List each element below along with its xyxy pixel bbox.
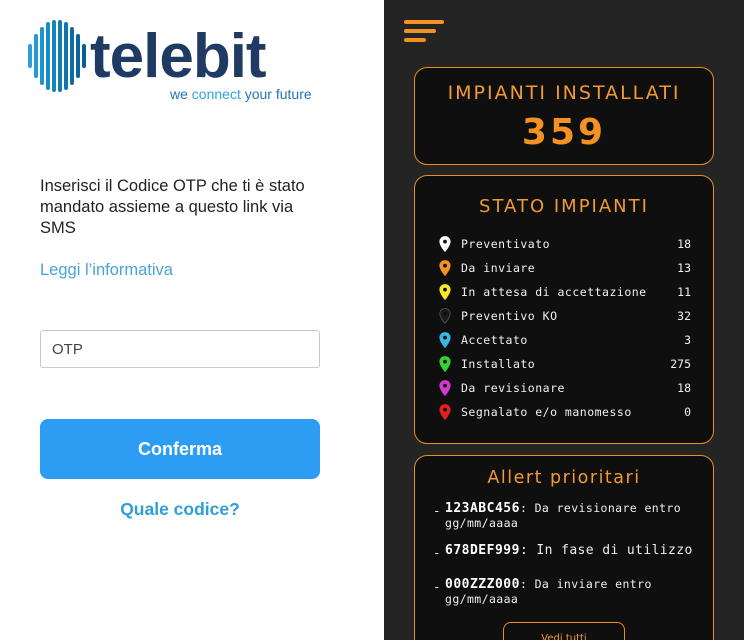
logo-stripes-icon xyxy=(28,20,86,92)
alert-code: 000ZZZ000 xyxy=(445,577,520,592)
dashboard-panel: IMPIANTI INSTALLATI 359 STATO IMPIANTI P… xyxy=(384,0,744,640)
status-count: 3 xyxy=(684,333,691,347)
status-list: Preventivato 18 Da inviare 13 In attesa di a… xyxy=(439,234,691,426)
systems-status-card: STATO IMPIANTI Preventivato 18 Da inviare 1… xyxy=(414,175,714,444)
map-pin-icon xyxy=(439,332,451,348)
priority-alerts-card: Allert prioritari - 123ABC456: Da revisi… xyxy=(414,455,714,640)
map-pin-icon xyxy=(439,380,451,396)
map-pin-icon xyxy=(439,356,451,372)
alert-body: 678DEF999: In fase di utilizzo xyxy=(445,543,703,558)
status-row[interactable]: Da inviare 13 xyxy=(439,258,691,282)
systems-status-title: STATO IMPIANTI xyxy=(479,196,649,217)
alert-code: 123ABC456 xyxy=(445,501,520,516)
alert-text: : In fase di utilizzo xyxy=(519,543,693,558)
priority-alerts-title: Allert prioritari xyxy=(487,468,641,488)
which-code-link[interactable]: Quale codice? xyxy=(40,499,320,520)
map-pin-icon xyxy=(439,308,451,324)
status-label: Segnalato e/o manomesso xyxy=(461,405,632,419)
menu-icon[interactable] xyxy=(404,20,444,46)
status-row[interactable]: Accettato 3 xyxy=(439,330,691,354)
logo-wordmark: telebit xyxy=(90,22,267,91)
status-count: 32 xyxy=(677,309,691,323)
status-count: 13 xyxy=(677,261,691,275)
map-pin-icon xyxy=(439,284,451,300)
status-label: Preventivo KO xyxy=(461,309,558,323)
tagline-part: your future xyxy=(240,86,312,102)
installed-systems-title: IMPIANTI INSTALLATI xyxy=(447,82,681,104)
otp-login-panel: telebit we connect your future Inserisci… xyxy=(0,0,384,640)
map-pin-icon xyxy=(439,404,451,420)
alert-item[interactable]: - 678DEF999: In fase di utilizzo xyxy=(433,543,703,560)
status-row[interactable]: Da revisionare 18 xyxy=(439,378,691,402)
status-row[interactable]: Preventivo KO 32 xyxy=(439,306,691,330)
see-all-button[interactable]: Vedi tutti xyxy=(503,622,625,640)
status-label: Da revisionare xyxy=(461,381,565,395)
alert-body: 123ABC456: Da revisionare entro gg/mm/aa… xyxy=(445,501,703,531)
confirm-button[interactable]: Conferma xyxy=(40,419,320,479)
alert-body: 000ZZZ000: Da inviare entro gg/mm/aaaa xyxy=(445,577,703,607)
status-count: 275 xyxy=(670,357,691,371)
status-row[interactable]: In attesa di accettazione 11 xyxy=(439,282,691,306)
otp-input[interactable] xyxy=(40,330,320,368)
menu-bar xyxy=(404,38,426,42)
status-label: Installato xyxy=(461,357,536,371)
tagline-part: we xyxy=(170,86,192,102)
status-count: 0 xyxy=(684,405,691,419)
menu-bar xyxy=(404,29,436,33)
logo-tagline: we connect your future xyxy=(170,86,312,102)
alert-bullet: - xyxy=(433,545,441,560)
status-row[interactable]: Preventivato 18 xyxy=(439,234,691,258)
status-row[interactable]: Installato 275 xyxy=(439,354,691,378)
map-pin-icon xyxy=(439,236,451,252)
otp-instructions: Inserisci il Codice OTP che ti è stato m… xyxy=(40,177,305,237)
alert-bullet: - xyxy=(433,579,441,594)
status-count: 11 xyxy=(677,285,691,299)
status-label: Da inviare xyxy=(461,261,536,275)
alert-item[interactable]: - 123ABC456: Da revisionare entro gg/mm/… xyxy=(433,501,703,531)
privacy-policy-link[interactable]: Leggi l’informativa xyxy=(40,261,173,280)
alert-code: 678DEF999 xyxy=(445,543,520,558)
status-label: Accettato xyxy=(461,333,528,347)
status-label: In attesa di accettazione xyxy=(461,285,647,299)
installed-systems-count: 359 xyxy=(521,112,607,153)
installed-systems-card: IMPIANTI INSTALLATI 359 xyxy=(414,67,714,165)
status-row[interactable]: Segnalato e/o manomesso 0 xyxy=(439,402,691,426)
menu-bar xyxy=(404,20,444,24)
map-pin-icon xyxy=(439,260,451,276)
tagline-emphasis: connect xyxy=(191,86,241,102)
status-count: 18 xyxy=(677,237,691,251)
status-label: Preventivato xyxy=(461,237,551,251)
telebit-logo: telebit we connect your future xyxy=(26,16,336,106)
alert-bullet: - xyxy=(433,503,441,518)
alert-item[interactable]: - 000ZZZ000: Da inviare entro gg/mm/aaaa xyxy=(433,577,703,607)
status-count: 18 xyxy=(677,381,691,395)
